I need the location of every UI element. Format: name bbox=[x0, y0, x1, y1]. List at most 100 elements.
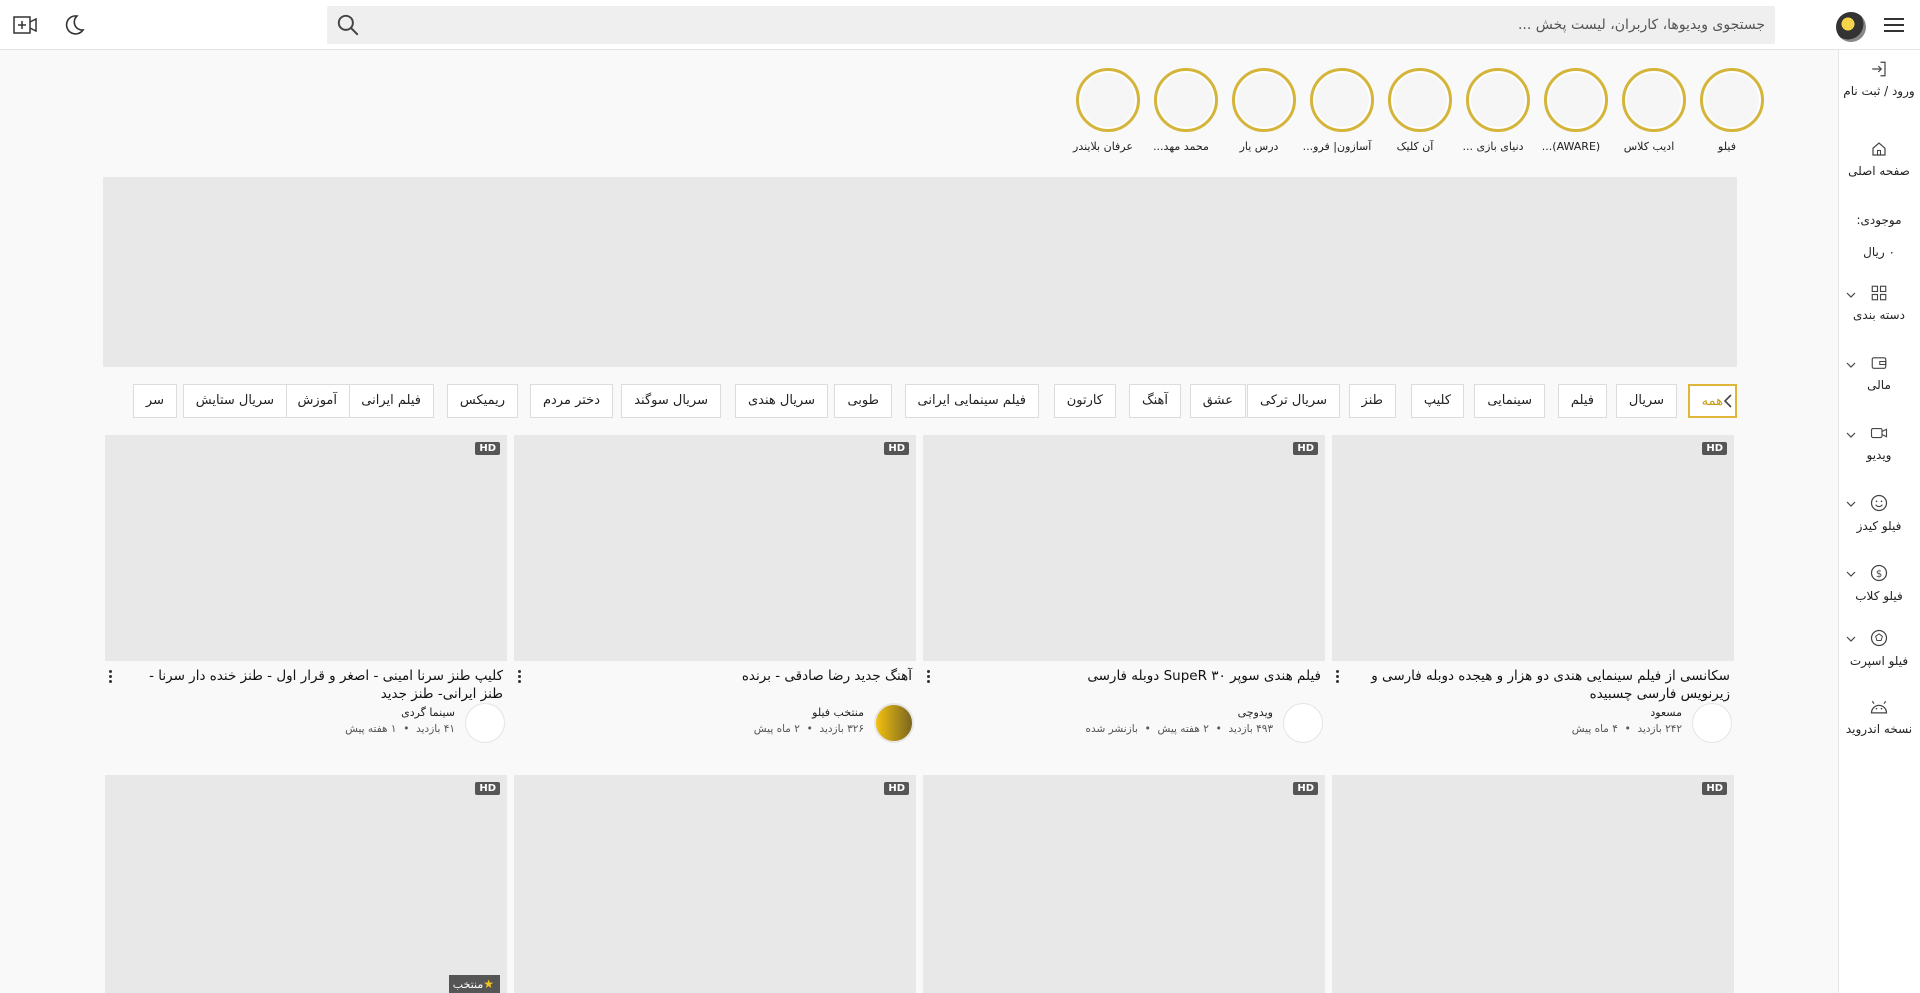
site-logo[interactable] bbox=[1836, 12, 1866, 42]
channel-avatar[interactable] bbox=[1692, 703, 1732, 743]
story-item[interactable]: دنیای بازی ... bbox=[1462, 68, 1532, 153]
video-stats: ۴۹۳ بازدید • ۲ هفته پیش • بازنشر شده bbox=[1085, 723, 1273, 735]
story-item[interactable]: عرفان بلایندر bbox=[1073, 68, 1142, 153]
chip[interactable]: سریال bbox=[1615, 384, 1677, 418]
video-card[interactable]: HD bbox=[514, 775, 916, 993]
video-thumbnail[interactable]: HD bbox=[1332, 435, 1734, 661]
video-thumbnail[interactable]: HD bbox=[1332, 775, 1734, 993]
story-item[interactable]: ادیب کلاس bbox=[1620, 68, 1688, 153]
channel-avatar[interactable] bbox=[874, 703, 914, 743]
channel-name[interactable]: منتخب فیلو bbox=[812, 706, 864, 719]
chevron-down-icon bbox=[1846, 432, 1856, 438]
video-title[interactable]: آهنگ جدید رضا صادقی - برنده bbox=[514, 667, 916, 703]
chevron-down-icon bbox=[1846, 292, 1856, 298]
chip[interactable]: فیلم bbox=[1557, 384, 1607, 418]
story-item[interactable]: درس یار bbox=[1230, 68, 1298, 153]
video-card[interactable]: HD سکانسی از فیلم سینمایی هندی دو هزار و… bbox=[1332, 435, 1734, 743]
sidebar: ورود / ثبت نام صفحه اصلی موجودی: ۰ ریال … bbox=[1838, 50, 1920, 993]
sidebar-item-video[interactable]: ویدیو bbox=[1838, 424, 1920, 462]
video-card[interactable]: HD bbox=[1332, 775, 1734, 993]
ad-banner[interactable] bbox=[103, 177, 1737, 367]
chip[interactable]: کلیپ bbox=[1410, 384, 1464, 418]
hd-badge: HD bbox=[1293, 442, 1318, 455]
chip[interactable]: طنز bbox=[1348, 384, 1396, 418]
sidebar-item-kids[interactable]: فیلو کیدز bbox=[1838, 493, 1920, 533]
video-card[interactable]: HD ★منتخب bbox=[105, 775, 507, 993]
story-item[interactable]: آسازون| فرو... bbox=[1303, 68, 1376, 153]
more-options-icon[interactable] bbox=[514, 668, 524, 686]
sidebar-item-label: فیلو کیدز bbox=[1856, 519, 1902, 533]
sidebar-item-label: صفحه اصلی bbox=[1848, 164, 1910, 178]
video-thumbnail[interactable]: HD bbox=[105, 435, 507, 661]
chip[interactable]: طوبی bbox=[834, 384, 892, 418]
story-item[interactable]: محمد مهد... bbox=[1152, 68, 1220, 153]
chip[interactable]: سریال ستایش bbox=[182, 384, 287, 418]
story-avatar bbox=[1388, 68, 1452, 132]
channel-name[interactable]: ویدوچی bbox=[1238, 706, 1273, 719]
story-avatar bbox=[1154, 68, 1218, 132]
club-icon: $ bbox=[1870, 564, 1888, 582]
chip[interactable]: فیلم سینمایی ایرانی bbox=[904, 384, 1039, 418]
video-title[interactable]: کلیپ طنز سرنا امینی - اصغر و قرار اول - … bbox=[105, 667, 507, 703]
sidebar-item-label: نسخه اندروید bbox=[1845, 722, 1913, 736]
sidebar-balance-value: ۰ ریال bbox=[1863, 245, 1895, 259]
video-thumbnail[interactable]: HD bbox=[923, 775, 1325, 993]
story-item[interactable]: فیلو bbox=[1698, 68, 1766, 153]
video-card[interactable]: HD آهنگ جدید رضا صادقی - برنده منتخب فیل… bbox=[514, 435, 916, 743]
add-video-icon[interactable] bbox=[12, 13, 38, 37]
video-thumbnail[interactable]: HD bbox=[514, 775, 916, 993]
channel-avatar[interactable] bbox=[465, 703, 505, 743]
channel-name[interactable]: سینما گردی bbox=[401, 706, 455, 719]
video-card[interactable]: HD فیلم هندی سوپر ۳۰ SupeR دوبله فارسی و… bbox=[923, 435, 1325, 743]
chip[interactable]: کارتون bbox=[1053, 384, 1116, 418]
sidebar-item-login[interactable]: ورود / ثبت نام bbox=[1838, 60, 1920, 98]
video-card[interactable]: HD کلیپ طنز سرنا امینی - اصغر و قرار اول… bbox=[105, 435, 507, 743]
story-item[interactable]: آن کلیک bbox=[1386, 68, 1454, 153]
more-options-icon[interactable] bbox=[923, 668, 933, 686]
sidebar-item-finance[interactable]: مالی bbox=[1838, 354, 1920, 392]
channel-name[interactable]: مسعود bbox=[1650, 706, 1682, 719]
sidebar-item-label: دسته بندی bbox=[1853, 308, 1905, 322]
chip[interactable]: فیلم ایرانی bbox=[348, 384, 434, 418]
video-card[interactable]: HD bbox=[923, 775, 1325, 993]
chip[interactable]: ریمیکس bbox=[446, 384, 518, 418]
story-avatar bbox=[1310, 68, 1374, 132]
chip[interactable]: آموزش bbox=[284, 384, 350, 418]
chip[interactable]: عشق bbox=[1189, 384, 1246, 418]
video-thumbnail[interactable]: HD ★منتخب bbox=[105, 775, 507, 993]
more-options-icon[interactable] bbox=[1332, 668, 1342, 686]
star-icon: ★ bbox=[483, 977, 494, 991]
chip[interactable]: سریال سوگند bbox=[621, 384, 721, 418]
more-options-icon[interactable] bbox=[105, 668, 115, 686]
chip[interactable]: دختر مردم bbox=[529, 384, 613, 418]
chip[interactable]: سینمایی bbox=[1474, 384, 1545, 418]
video-title[interactable]: سکانسی از فیلم سینمایی هندی دو هزار و هی… bbox=[1332, 667, 1734, 703]
story-item[interactable]: (AWARE)... bbox=[1542, 68, 1610, 153]
moon-icon[interactable] bbox=[62, 13, 86, 37]
chip[interactable]: سریال ترکی bbox=[1246, 384, 1340, 418]
video-title[interactable]: فیلم هندی سوپر ۳۰ SupeR دوبله فارسی bbox=[923, 667, 1325, 703]
sidebar-item-label: ویدیو bbox=[1866, 448, 1892, 462]
channel-avatar[interactable] bbox=[1283, 703, 1323, 743]
sidebar-item-sport[interactable]: فیلو اسپرت bbox=[1838, 628, 1920, 668]
sidebar-item-club[interactable]: $ فیلو کلاب bbox=[1838, 563, 1920, 603]
search-icon[interactable] bbox=[335, 12, 361, 38]
hd-badge: HD bbox=[475, 442, 500, 455]
kids-icon bbox=[1870, 494, 1888, 512]
story-avatar bbox=[1466, 68, 1530, 132]
sidebar-item-categories[interactable]: دسته بندی bbox=[1838, 284, 1920, 322]
wallet-icon bbox=[1871, 357, 1887, 369]
video-meta: ویدوچی ۴۹۳ بازدید • ۲ هفته پیش • بازنشر … bbox=[925, 703, 1323, 743]
chip[interactable]: آهنگ bbox=[1128, 384, 1181, 418]
chevron-left-icon[interactable] bbox=[1718, 384, 1738, 418]
chip[interactable]: سریال هندی bbox=[735, 384, 828, 418]
hd-badge: HD bbox=[1293, 782, 1318, 795]
video-thumbnail[interactable]: HD bbox=[514, 435, 916, 661]
sidebar-item-home[interactable]: صفحه اصلی bbox=[1838, 140, 1920, 178]
sidebar-item-android[interactable]: نسخه اندروید bbox=[1838, 698, 1920, 736]
search-input[interactable] bbox=[375, 6, 1775, 44]
chip[interactable]: سر bbox=[132, 384, 177, 418]
video-thumbnail[interactable]: HD bbox=[923, 435, 1325, 661]
menu-icon[interactable] bbox=[1882, 14, 1906, 36]
chevron-down-icon bbox=[1846, 501, 1856, 507]
